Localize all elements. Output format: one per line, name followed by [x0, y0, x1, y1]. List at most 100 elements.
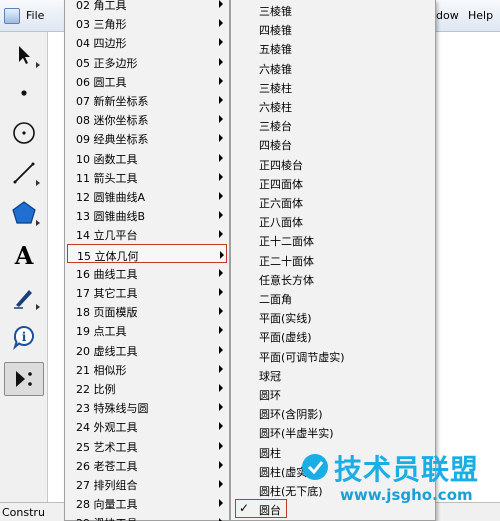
menu-item[interactable]: 19 点工具: [67, 320, 227, 339]
menu-item[interactable]: 05 正多边形: [67, 52, 227, 71]
menu-item[interactable]: 12 圆锥曲线A: [67, 186, 227, 205]
menu-item[interactable]: 04 四边形: [67, 32, 227, 51]
menu-item[interactable]: 11 箭头工具: [67, 167, 227, 186]
menu-item[interactable]: 三棱柱: [233, 77, 433, 96]
menu-item[interactable]: 14 立几平台: [67, 224, 227, 243]
menu-file[interactable]: File: [26, 9, 44, 22]
toolbox: A i: [0, 32, 48, 502]
menu-item[interactable]: 圆环(含阴影): [233, 403, 433, 422]
menu-item[interactable]: 27 排列组合: [67, 474, 227, 493]
menu-item[interactable]: 圆环: [233, 384, 433, 403]
menu-item[interactable]: 02 角工具: [67, 0, 227, 13]
menu-item-label: 正六面体: [259, 197, 303, 210]
menu-item[interactable]: 三棱台: [233, 115, 433, 134]
menu-item[interactable]: 正二十面体: [233, 250, 433, 269]
menu-item[interactable]: 平面(可调节虚实): [233, 346, 433, 365]
menu-item[interactable]: 三棱锥: [233, 0, 433, 19]
menu-item-label: 三棱台: [259, 120, 292, 134]
menu-item[interactable]: 正四棱台: [233, 154, 433, 173]
menu-item[interactable]: 21 相似形: [67, 359, 227, 378]
menu-item[interactable]: 任意长方体: [233, 269, 433, 288]
menu-item-label: 05 正多边形: [76, 56, 138, 70]
menu-item-label: 21 相似形: [76, 363, 127, 377]
menu-item[interactable]: 圆环(半虚半实): [233, 422, 433, 441]
information-icon: i: [13, 326, 34, 350]
menu-item[interactable]: 06 圆工具: [67, 71, 227, 90]
menu-item[interactable]: 正八面体: [233, 211, 433, 230]
menu-item-label: 六棱柱: [259, 101, 292, 114]
arrow-tool-button[interactable]: [4, 38, 44, 72]
menu-item[interactable]: 08 迷你坐标系: [67, 109, 227, 128]
polygon-tool-button[interactable]: [4, 196, 44, 230]
menu-item[interactable]: 22 比例: [67, 378, 227, 397]
menu-item-label: 15 立体几何: [77, 249, 139, 263]
menu-item[interactable]: 20 虚线工具: [67, 340, 227, 359]
menu-item[interactable]: 29 滑块工具: [67, 512, 227, 521]
menu-help[interactable]: Help: [468, 9, 493, 22]
text-tool-button[interactable]: A: [4, 238, 44, 272]
compass-tool-button[interactable]: [4, 116, 44, 150]
menu-item-label: 圆柱: [259, 446, 281, 460]
submenu-arrow-icon: [219, 19, 223, 28]
menu-item[interactable]: 平面(虚线): [233, 326, 433, 345]
information-tool-button[interactable]: i: [4, 320, 44, 354]
point-icon: [21, 90, 27, 96]
custom-tool-button[interactable]: [4, 362, 44, 396]
menu-item[interactable]: 四棱锥: [233, 19, 433, 38]
menu-item-label: 四棱锥: [259, 24, 292, 38]
menu-item[interactable]: 23 特殊线与圆: [67, 397, 227, 416]
marker-tool-button[interactable]: [4, 280, 44, 314]
menu-item[interactable]: 26 老苍工具: [67, 455, 227, 474]
menu-item[interactable]: 四棱台: [233, 134, 433, 153]
point-tool-button[interactable]: [4, 76, 44, 110]
submenu-arrow-icon: [219, 96, 223, 104]
menu-item[interactable]: 13 圆锥曲线B: [67, 205, 227, 224]
menu-item-label: 任意长方体: [259, 273, 314, 287]
menu-item-label: 09 经典坐标系: [76, 133, 149, 147]
menu-window[interactable]: dow: [436, 9, 459, 22]
menu-item[interactable]: 09 经典坐标系: [67, 128, 227, 147]
submenu-arrow-icon: [219, 307, 223, 316]
submenu-arrow-icon: [219, 153, 223, 162]
menu-item-label: 19 点工具: [76, 325, 127, 339]
menu-item[interactable]: 五棱锥: [233, 38, 433, 57]
menu-item-label: 03 三角形: [76, 18, 127, 32]
menu-item[interactable]: 平面(实线): [233, 307, 433, 326]
menu-item[interactable]: 球冠: [233, 365, 433, 384]
menu-item-label: 11 箭头工具: [76, 171, 138, 185]
menu-item[interactable]: 15 立体几何: [67, 243, 227, 263]
menu-item-label: 10 函数工具: [76, 152, 138, 166]
menu-item-label: 24 外观工具: [76, 421, 138, 435]
menu-item[interactable]: 六棱锥: [233, 58, 433, 77]
menu-item-label: 17 其它工具: [76, 287, 138, 300]
menu-item[interactable]: 28 向量工具: [67, 493, 227, 512]
menu-item-label: 圆环(含阴影): [259, 408, 323, 422]
submenu-arrow-icon: [219, 57, 223, 66]
submenu-arrow-icon: [219, 38, 223, 47]
marker-pen-icon: [14, 290, 32, 309]
check-mark-icon: ✓: [239, 501, 250, 516]
menu-item[interactable]: 25 艺术工具: [67, 436, 227, 455]
menu-item[interactable]: 18 页面模版: [67, 301, 227, 320]
menu-item[interactable]: 正六面体: [233, 192, 433, 211]
menu-item[interactable]: 正十二面体: [233, 230, 433, 249]
menu-item[interactable]: 二面角: [233, 288, 433, 307]
menu-item[interactable]: 07 新新坐标系: [67, 90, 227, 109]
menu-item[interactable]: 10 函数工具: [67, 148, 227, 167]
menu-item[interactable]: 03 三角形: [67, 13, 227, 32]
menu-item-label: 正八面体: [259, 216, 303, 230]
menu-item-label: 07 新新坐标系: [76, 95, 149, 108]
submenu-arrow-icon: [219, 268, 223, 277]
sketch-canvas[interactable]: [436, 32, 500, 502]
text-A-icon: A: [14, 240, 34, 270]
straightedge-tool-button[interactable]: [4, 156, 44, 190]
menu-item[interactable]: 17 其它工具: [67, 282, 227, 301]
menu-item-label: 27 排列组合: [76, 479, 138, 492]
menu-item[interactable]: 六棱柱: [233, 96, 433, 115]
watermark-url: www.jsgho.com: [340, 486, 473, 504]
straightedge-line-icon: [13, 162, 35, 184]
menu-item[interactable]: 正四面体: [233, 173, 433, 192]
menu-item-label: 平面(虚线): [259, 331, 312, 345]
menu-item[interactable]: 16 曲线工具: [67, 263, 227, 282]
menu-item[interactable]: 24 外观工具: [67, 416, 227, 435]
